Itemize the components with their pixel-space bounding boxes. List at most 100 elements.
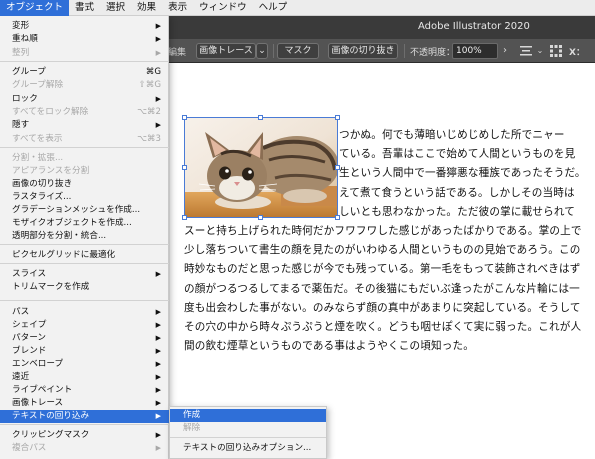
menu-item[interactable]: トリムマークを作成 [0,281,169,294]
submenu-arrow-icon: ▶ [155,399,161,407]
menu-effect[interactable]: 効果 [131,0,162,16]
text-wrap-submenu: 作成 解除テキストの回り込みオプション... [169,406,327,459]
menu-item-label: パターン [12,333,46,343]
cat-photo[interactable] [184,117,338,218]
menu-item-label: エンベロープ [12,359,64,369]
divider [404,44,405,58]
menu-item[interactable]: 画像トレース ▶ [0,397,169,410]
menu-separator [0,424,169,425]
menu-item-label: パス [12,307,30,317]
menu-item-label: スライス [12,269,47,279]
submenu-arrow-icon: ▶ [155,412,161,420]
menu-item: 整列 ▶ [0,47,169,60]
selection-handle[interactable] [258,215,263,220]
edit-label: 編集 [168,48,187,58]
selection-handle[interactable] [335,165,340,170]
x-coordinate-label: X： [569,48,585,58]
menu-item: すべてをロック解除 ⌥⌘2 [0,106,169,119]
submenu-item[interactable]: テキストの回り込みオプション... [170,442,326,455]
menu-item[interactable]: グラデーションメッシュを作成... [0,204,169,217]
menu-item[interactable]: ブレンド ▶ [0,345,169,358]
body-text-line: の顔がつるつるしてまるで薬缶だ。その後猫にもだいぶ逢ったがこんな片輪には一 [184,282,580,295]
menu-separator [170,437,326,438]
menu-item[interactable]: テキストの回り込み ▶ [0,410,169,423]
menu-item[interactable]: 遠近 ▶ [0,371,169,384]
mask-button[interactable]: マスク [277,43,319,59]
submenu-arrow-icon: ▶ [155,386,161,394]
menu-item-label: すべてをロック解除 [12,107,89,117]
image-trace-button[interactable]: 画像トレース [196,43,256,59]
menu-item-label: 変形 [12,21,30,31]
chevron-down-icon[interactable]: ⌄ [533,44,547,58]
menu-item[interactable]: 重ね順 ▶ [0,33,169,46]
menu-item[interactable]: ピクセルグリッドに最適化 [0,249,169,262]
menu-item[interactable]: クリッピングマスク ▶ [0,429,169,442]
menu-item[interactable]: パターン ▶ [0,332,169,345]
shortcut-label: ⌥⌘2 [137,107,161,117]
selection-handle[interactable] [335,215,340,220]
menu-separator [0,263,169,264]
submenu-arrow-icon: ▶ [155,347,161,355]
menu-item-label: ラスタライズ... [12,192,72,202]
menu-select[interactable]: 選択 [100,0,131,16]
shortcut-label: ⌥⌘3 [137,134,161,144]
menu-item-label: グループ解除 [12,80,64,90]
menu-item: 複合パス ▶ [0,442,169,455]
menu-view[interactable]: 表示 [162,0,193,16]
menu-item-label: 分割・拡張... [12,153,64,163]
body-text-line: 間の飲む煙草というものである事はようやくこの頃知った。 [184,340,474,353]
menu-item[interactable]: 隠す ▶ [0,119,169,132]
submenu-arrow-icon: ▶ [155,22,161,30]
selection-handle[interactable] [182,215,187,220]
menu-window[interactable]: ウィンドウ [193,0,253,16]
selection-handle[interactable] [182,115,187,120]
menu-item[interactable]: 変形 ▶ [0,20,169,33]
submenu-arrow-icon: ▶ [155,121,161,129]
menu-separator [0,61,169,62]
body-text-line: その穴の中から時々ぷうぷうと煙を吹く。どうも咽せぽくて実に弱った。これが人 [184,320,582,333]
menu-type[interactable]: 書式 [69,0,100,16]
submenu-arrow-icon: ▶ [155,95,161,103]
menu-item[interactable]: グループ ⌘G [0,66,169,79]
submenu-item: 解除 [183,423,201,433]
menu-item: アピアランスを分割 [0,165,169,178]
submenu-arrow-icon: ▶ [155,308,161,316]
menu-object[interactable]: オブジェクト [0,0,70,16]
opacity-field[interactable]: 100% [452,43,498,59]
menu-item[interactable]: スライス ▶ [0,268,169,281]
menu-item[interactable]: ライブペイント ▶ [0,384,169,397]
menu-item-label: 複合パス [12,443,47,453]
menu-item[interactable]: 画像の切り抜き [0,178,169,191]
menu-item[interactable]: モザイクオブジェクトを作成... [0,217,169,230]
menu-help[interactable]: ヘルプ [253,0,294,16]
submenu-item[interactable]: 作成 [170,409,326,422]
selection-handle[interactable] [258,115,263,120]
menu-item[interactable]: 透明部分を分割・統合... [0,230,169,243]
menu-item[interactable]: シェイプ ▶ [0,319,169,332]
chevron-right-icon[interactable]: › [498,44,512,58]
transform-grid-icon[interactable] [549,44,563,58]
menu-separator [0,244,169,245]
menu-item[interactable]: ロック ▶ [0,93,169,106]
menu-item-label: 画像トレース [12,398,64,408]
menu-item: すべてを表示 ⌥⌘3 [0,133,169,146]
menu-item-label: 重ね順 [12,34,38,44]
submenu-arrow-icon: ▶ [155,270,161,278]
menu-item[interactable]: エンベロープ ▶ [0,358,169,371]
menu-item-label: グループ [12,67,46,77]
crop-image-button[interactable]: 画像の切り抜き [328,43,398,59]
menu-item[interactable]: ラスタライズ... [0,191,169,204]
opacity-label: 不透明度： [410,48,456,58]
menu-separator [0,147,169,148]
menu-item[interactable]: パス ▶ [0,306,169,319]
align-icon[interactable] [519,44,533,58]
selection-handle[interactable] [335,115,340,120]
selection-handle[interactable] [182,165,187,170]
menu-item-label: ライブペイント [12,385,73,395]
menu-item-label: クリッピングマスク [12,430,90,440]
image-trace-dropdown[interactable]: ⌄ [256,43,268,59]
divider [273,44,274,58]
menu-item-label: テキストの回り込み [12,411,90,421]
submenu-arrow-icon: ▶ [155,444,161,452]
body-text-line: 度も出会わした事がない。のみならず顔の真中があまりに突起している。そうして [184,301,581,314]
